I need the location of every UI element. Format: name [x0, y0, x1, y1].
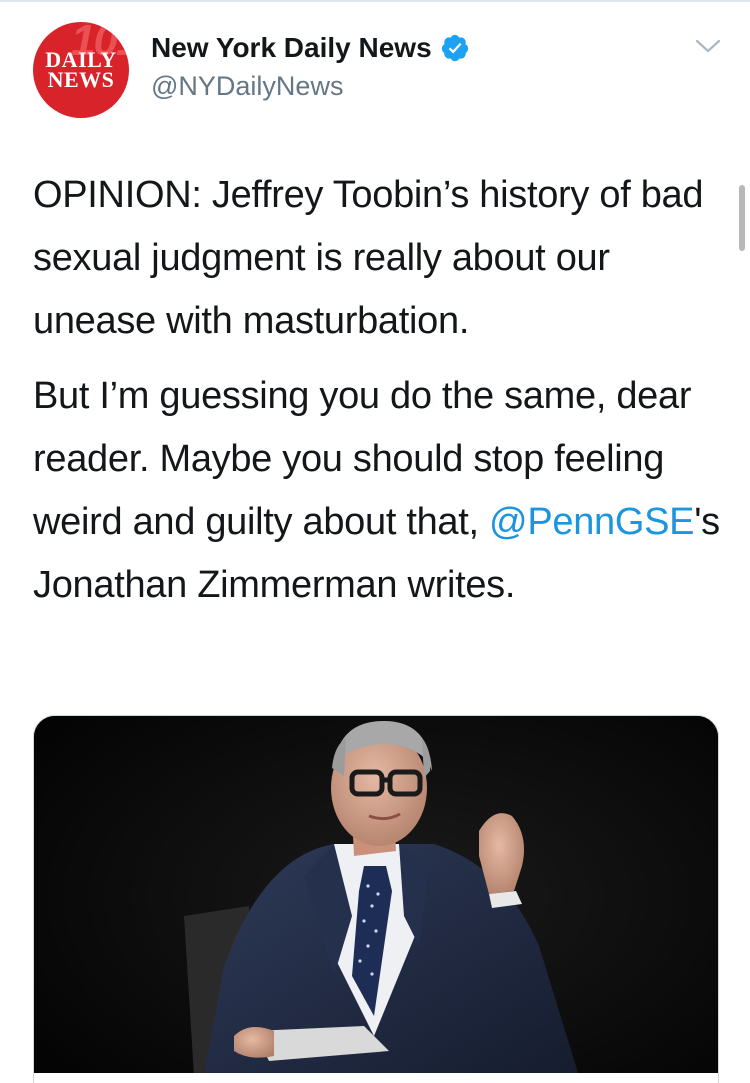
tweet-paragraph-2: But I’m guessing you do the same, dear r… — [33, 365, 723, 617]
avatar[interactable]: 101 DAILY NEWS — [33, 22, 129, 118]
scrollbar[interactable] — [739, 185, 745, 251]
top-divider — [0, 0, 750, 2]
photo-illustration — [34, 716, 718, 1083]
avatar-logo-line2: NEWS — [47, 67, 115, 92]
media-bottom-edge — [34, 1073, 718, 1075]
mention-link[interactable]: @PennGSE — [489, 501, 694, 543]
tweet-view: 101 DAILY NEWS New York Daily News @NYDa… — [0, 0, 750, 1083]
display-name[interactable]: New York Daily News — [151, 31, 432, 65]
media-photo[interactable] — [33, 715, 719, 1083]
tweet-paragraph-1: OPINION: Jeffrey Toobin’s history of bad… — [33, 174, 704, 342]
account-handle[interactable]: @NYDailyNews — [151, 69, 343, 103]
verified-badge-icon — [440, 33, 470, 63]
tweet-text: OPINION: Jeffrey Toobin’s history of bad… — [33, 164, 723, 617]
chevron-down-icon[interactable] — [694, 36, 722, 56]
display-name-row[interactable]: New York Daily News — [151, 31, 470, 65]
